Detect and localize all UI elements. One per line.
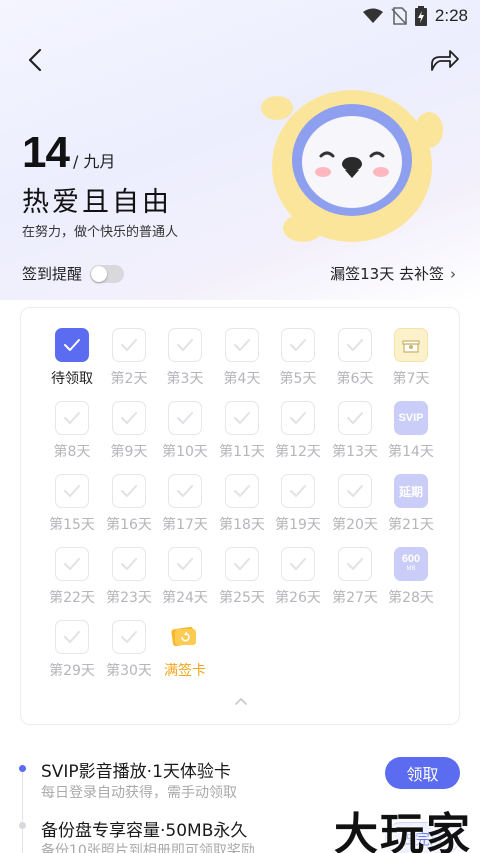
collapse-up-icon[interactable] xyxy=(233,696,249,706)
go-complete-button[interactable]: 去完成 xyxy=(385,822,460,853)
mascot-illustration xyxy=(261,90,443,242)
missed-signin-link[interactable]: 漏签13天 去补签 › xyxy=(330,263,456,284)
task-desc: 备份10张照片到相册即可领取奖励 xyxy=(41,843,255,853)
check-icon xyxy=(55,547,89,581)
calendar-reward-day[interactable]: SVIP 第14天 xyxy=(383,387,439,460)
calendar-day[interactable]: 第24天 xyxy=(157,533,213,606)
reminder-row: 签到提醒 xyxy=(22,263,125,284)
check-icon xyxy=(168,547,202,581)
calendar-day-label: 第21天 xyxy=(388,517,434,533)
date-display: 14 / 九月 xyxy=(22,128,115,178)
task-list: SVIP影音播放·1天体验卡 每日登录自动获得，需手动领取 领取 备份盘专享容量… xyxy=(0,740,480,853)
extension-reward-text: 延期 xyxy=(398,484,423,499)
calendar-day[interactable]: 第12天 xyxy=(270,387,326,460)
check-icon xyxy=(112,547,146,581)
timeline-dot xyxy=(19,822,26,829)
full-signin-card[interactable]: 满签卡 xyxy=(157,606,213,679)
claim-button[interactable]: 领取 xyxy=(385,757,460,789)
check-icon xyxy=(112,401,146,435)
check-icon xyxy=(225,547,259,581)
task-desc: 每日登录自动获得，需手动领取 xyxy=(41,785,237,801)
no-sim-icon xyxy=(391,7,407,25)
gift-icon xyxy=(394,328,428,362)
check-icon xyxy=(338,547,372,581)
calendar-day[interactable]: 第8天 xyxy=(44,387,100,460)
calendar-day-label: 第28天 xyxy=(388,590,434,606)
check-icon xyxy=(281,547,315,581)
check-icon xyxy=(168,328,202,362)
check-icon xyxy=(225,328,259,362)
battery-icon xyxy=(414,6,427,26)
reminder-label: 签到提醒 xyxy=(22,265,83,283)
check-icon xyxy=(281,474,315,508)
svip-reward-badge: SVIP xyxy=(394,401,428,435)
chevron-right-icon: › xyxy=(450,264,456,283)
signin-calendar: 待领取 第2天 第3天 第4天 第5天 第6天 第7天 第8天 第9天 第10天 第11天 第12天第… xyxy=(20,307,460,725)
check-icon xyxy=(55,401,89,435)
storage-reward-unit: MB xyxy=(406,566,416,572)
page-headline: 热爱且自由 xyxy=(22,187,172,218)
calendar-day[interactable]: 第15天 xyxy=(44,460,100,533)
task-title: 备份盘专享容量·50MB永久 xyxy=(41,821,248,841)
check-icon xyxy=(281,328,315,362)
status-bar: 2:28 xyxy=(0,0,480,32)
check-icon xyxy=(281,401,315,435)
timeline-line xyxy=(22,770,23,853)
storage-reward-amount: 600 xyxy=(401,553,421,565)
check-icon xyxy=(112,620,146,654)
wifi-icon xyxy=(362,8,383,23)
check-icon xyxy=(55,328,89,362)
check-icon xyxy=(225,401,259,435)
check-icon xyxy=(112,474,146,508)
calendar-day[interactable]: 第19天 xyxy=(270,460,326,533)
storage-reward-badge: 600 MB xyxy=(394,547,428,581)
check-icon xyxy=(55,620,89,654)
calendar-day-label: 第7天 xyxy=(392,371,430,387)
calendar-day-label: 满签卡 xyxy=(164,663,206,679)
check-icon xyxy=(225,474,259,508)
calendar-reward-day[interactable]: 600 MB 第28天 xyxy=(383,533,439,606)
check-icon xyxy=(338,474,372,508)
page-subline: 在努力，做个快乐的普通人 xyxy=(22,225,179,240)
check-icon xyxy=(338,401,372,435)
check-icon xyxy=(168,474,202,508)
timeline-dot xyxy=(19,765,26,772)
calendar-day-label: 第14天 xyxy=(388,444,434,460)
check-icon xyxy=(168,401,202,435)
calendar-day[interactable]: 第29天 xyxy=(44,606,100,679)
check-icon xyxy=(338,328,372,362)
reminder-toggle[interactable] xyxy=(90,264,125,283)
date-day: 14 xyxy=(22,128,70,177)
calendar-reward-day[interactable]: 延期第21天 xyxy=(383,460,439,533)
check-icon xyxy=(112,328,146,362)
date-month: / 九月 xyxy=(72,152,116,171)
toggle-knob xyxy=(91,265,108,282)
task-title: SVIP影音播放·1天体验卡 xyxy=(41,762,231,782)
status-time: 2:28 xyxy=(434,6,468,25)
calendar-day[interactable]: 第22天 xyxy=(44,533,100,606)
calendar-reward-day[interactable]: 第7天 xyxy=(383,314,439,387)
calendar-day[interactable]: 第10天 xyxy=(157,387,213,460)
signin-card-icon xyxy=(170,624,198,648)
calendar-day[interactable]: 第17天 xyxy=(157,460,213,533)
svip-reward-text: SVIP xyxy=(398,412,424,424)
calendar-day[interactable]: 第26天 xyxy=(270,533,326,606)
missed-signin-text: 漏签13天 去补签 xyxy=(330,265,444,283)
extension-reward-badge: 延期 xyxy=(394,474,428,508)
calendar-day[interactable]: 第5天 xyxy=(270,314,326,387)
back-arrow-icon[interactable] xyxy=(22,46,50,74)
calendar-day[interactable]: 第3天 xyxy=(157,314,213,387)
calendar-day[interactable]: 待领取 xyxy=(44,314,100,387)
check-icon xyxy=(55,474,89,508)
share-icon[interactable] xyxy=(428,46,460,74)
